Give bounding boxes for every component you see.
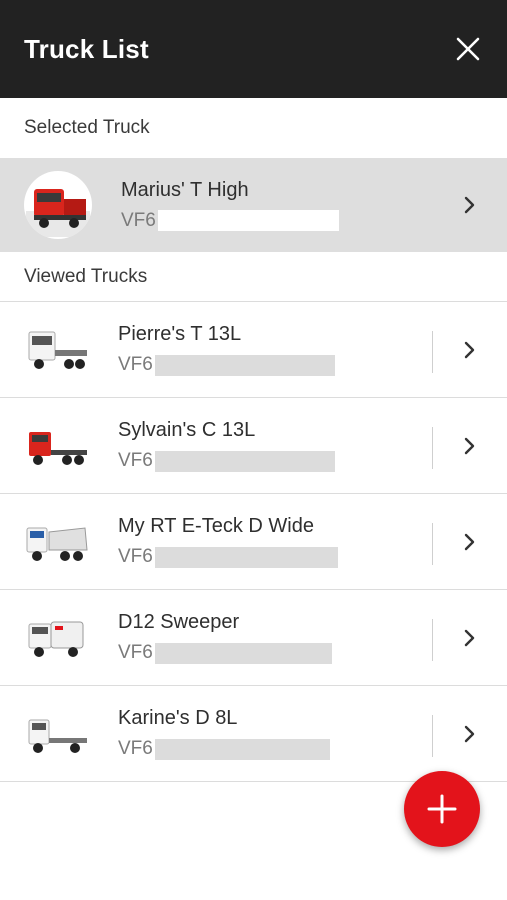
- vin-prefix: VF6: [118, 354, 153, 375]
- vin-redaction: [154, 450, 335, 472]
- chevron-right-icon[interactable]: [463, 627, 477, 649]
- truck-icon: [28, 331, 87, 369]
- list-item[interactable]: Sylvain's C 13L VF6: [0, 398, 507, 494]
- truck-avatar: [24, 171, 92, 239]
- list-item[interactable]: My RT E-Teck D Wide VF6: [0, 494, 507, 590]
- chevron-right-icon[interactable]: [463, 723, 477, 745]
- viewed-trucks-heading: Viewed Trucks: [0, 252, 507, 302]
- chevron-right-icon[interactable]: [463, 531, 477, 553]
- vin-redaction: [157, 210, 339, 231]
- viewed-trucks-list: Pierre's T 13L VF6 Sylvain's C 13L VF6 M…: [0, 302, 507, 782]
- truck-name: Marius' T High: [121, 178, 249, 201]
- vin-redaction: [154, 642, 332, 664]
- row-divider: [432, 715, 433, 757]
- vin-redaction: [154, 738, 330, 760]
- truck-icon: [26, 526, 88, 561]
- chevron-right-icon[interactable]: [463, 194, 477, 216]
- truck-icon: [28, 719, 87, 753]
- truck-name: Karine's D 8L: [118, 707, 238, 729]
- row-divider: [432, 331, 433, 373]
- chevron-right-icon[interactable]: [463, 339, 477, 361]
- truck-icon: [26, 189, 90, 237]
- vin-redaction: [154, 546, 338, 568]
- vin-redaction: [154, 354, 335, 376]
- plus-icon: [427, 794, 457, 824]
- truck-thumbnail: [24, 420, 90, 472]
- row-divider: [432, 523, 433, 565]
- selected-truck-row[interactable]: Marius' T High VF6: [0, 158, 507, 252]
- close-icon: [456, 37, 480, 61]
- truck-icon: [28, 621, 84, 657]
- vin-prefix: VF6: [118, 450, 153, 471]
- list-item[interactable]: D12 Sweeper VF6: [0, 590, 507, 686]
- truck-thumbnail: [24, 612, 90, 664]
- app-header: Truck List: [0, 0, 507, 98]
- truck-name: Pierre's T 13L: [118, 323, 242, 345]
- add-truck-button[interactable]: [404, 771, 480, 847]
- truck-vin: VF6: [121, 208, 339, 234]
- vin-prefix: VF6: [118, 546, 153, 567]
- truck-thumbnail: [24, 516, 90, 568]
- selected-truck-heading: Selected Truck: [24, 117, 150, 138]
- vin-prefix: VF6: [118, 738, 153, 759]
- truck-vin: VF6: [118, 736, 330, 762]
- list-item[interactable]: Pierre's T 13L VF6: [0, 302, 507, 398]
- truck-icon: [29, 431, 87, 465]
- truck-name: D12 Sweeper: [118, 611, 240, 633]
- truck-vin: VF6: [118, 640, 332, 666]
- chevron-right-icon[interactable]: [463, 435, 477, 457]
- page-title: Truck List: [24, 33, 149, 64]
- vin-prefix: VF6: [121, 209, 156, 231]
- truck-thumbnail: [24, 708, 90, 760]
- vin-prefix: VF6: [118, 642, 153, 663]
- row-divider: [432, 619, 433, 661]
- truck-vin: VF6: [118, 352, 335, 378]
- truck-thumbnail: [24, 324, 90, 376]
- row-divider: [432, 427, 433, 469]
- truck-vin: VF6: [118, 544, 338, 570]
- truck-vin: VF6: [118, 448, 335, 474]
- truck-name: My RT E-Teck D Wide: [118, 515, 314, 537]
- list-item[interactable]: Karine's D 8L VF6: [0, 686, 507, 782]
- close-button[interactable]: [453, 34, 483, 64]
- truck-name: Sylvain's C 13L: [118, 419, 256, 441]
